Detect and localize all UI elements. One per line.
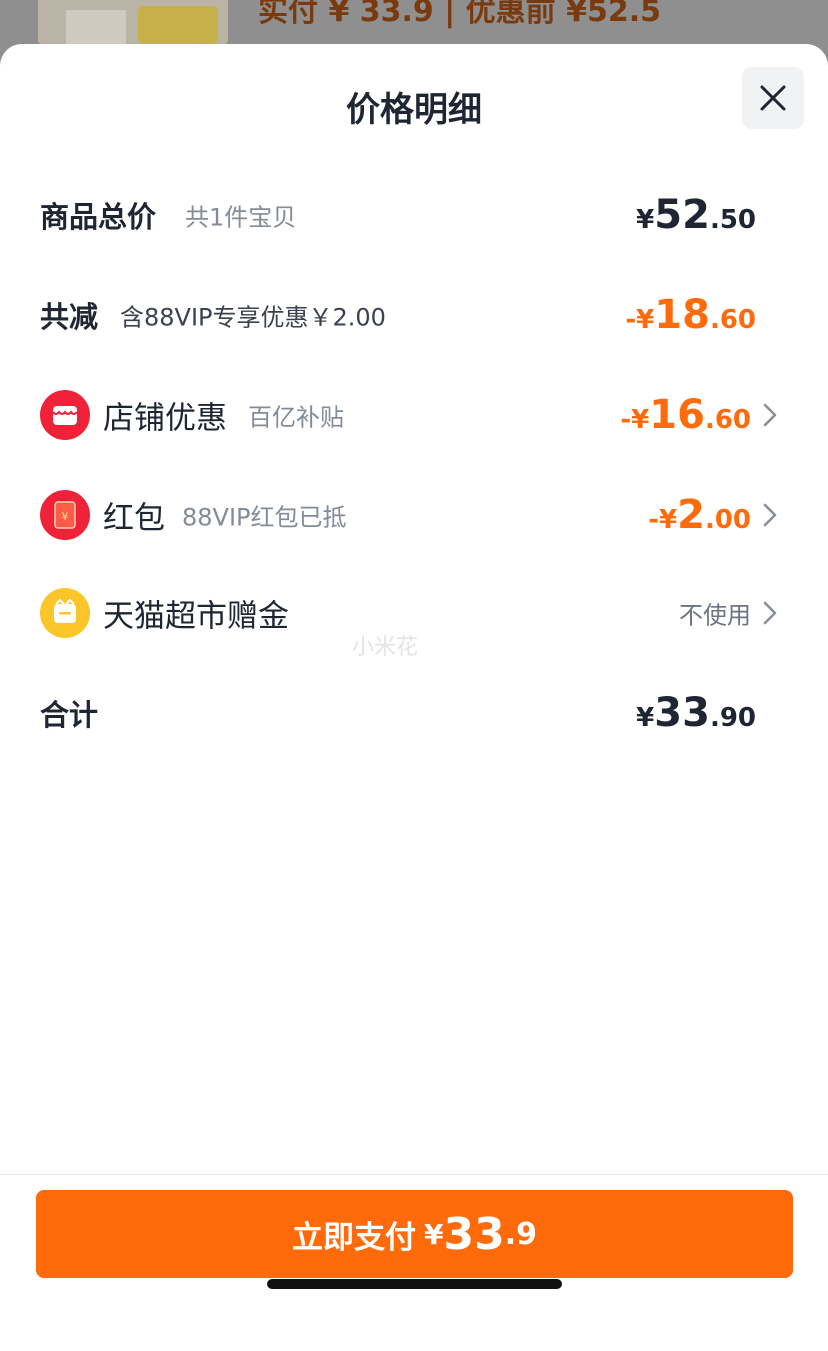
thumbnail-package bbox=[138, 6, 218, 44]
sum-label: 合计 bbox=[40, 698, 99, 732]
amount-int: 2 bbox=[677, 492, 705, 538]
pay-currency: ¥ bbox=[424, 1217, 444, 1251]
close-button[interactable] bbox=[742, 67, 804, 129]
pay-amount-dec: .9 bbox=[504, 1216, 537, 1252]
svg-text:¥: ¥ bbox=[62, 510, 69, 523]
sum-amount: ¥33.90 bbox=[636, 690, 756, 736]
total-label: 商品总价 bbox=[40, 200, 157, 234]
currency: ¥ bbox=[636, 205, 655, 235]
home-indicator bbox=[267, 1279, 562, 1289]
currency: ¥ bbox=[636, 703, 655, 733]
footer-divider bbox=[0, 1174, 828, 1175]
row-total: 商品总价 共1件宝贝 ¥52.50 bbox=[0, 180, 828, 250]
amount-dec: .90 bbox=[709, 703, 756, 733]
bonus-value: 不使用 bbox=[679, 601, 751, 630]
amount-int: 18 bbox=[654, 292, 710, 338]
currency: -¥ bbox=[648, 505, 678, 535]
amount-dec: .00 bbox=[704, 505, 751, 535]
chevron-right-icon bbox=[763, 601, 777, 625]
amount-dec: .60 bbox=[709, 305, 756, 335]
store-label: 店铺优惠 bbox=[103, 400, 227, 437]
chevron-right-icon bbox=[763, 403, 777, 427]
product-thumbnail bbox=[38, 0, 228, 44]
shop-icon bbox=[40, 390, 90, 440]
row-red-packet[interactable]: ¥ 红包 88VIP红包已抵 -¥2.00 bbox=[0, 480, 828, 550]
total-sub: 共1件宝贝 bbox=[185, 203, 297, 232]
amount-dec: .50 bbox=[709, 205, 756, 235]
price-detail-sheet: 价格明细 商品总价 共1件宝贝 ¥52.50 共减 含88VIP专享优惠￥2.0… bbox=[0, 44, 828, 1351]
chevron-right-icon bbox=[763, 503, 777, 527]
redpacket-sub: 88VIP红包已抵 bbox=[182, 503, 347, 532]
watermark: 小米花 bbox=[352, 635, 419, 660]
wallet-icon bbox=[40, 588, 90, 638]
red-packet-icon: ¥ bbox=[40, 490, 90, 540]
discount-sub: 含88VIP专享优惠￥2.00 bbox=[120, 303, 386, 332]
total-amount: ¥52.50 bbox=[636, 192, 756, 238]
row-store-discount[interactable]: 店铺优惠 百亿补贴 -¥16.60 bbox=[0, 380, 828, 450]
bonus-label: 天猫超市赠金 bbox=[103, 598, 289, 635]
store-sub: 百亿补贴 bbox=[248, 403, 344, 432]
thumbnail-box bbox=[66, 10, 126, 44]
pay-label: 立即支付 bbox=[292, 1219, 416, 1256]
background-price-text: 实付 ¥ 33.9 | 优惠前 ¥52.5 bbox=[258, 0, 661, 29]
close-icon bbox=[760, 85, 786, 111]
currency: -¥ bbox=[620, 405, 650, 435]
amount-int: 16 bbox=[649, 392, 705, 438]
currency: -¥ bbox=[625, 305, 655, 335]
redpacket-amount: -¥2.00 bbox=[648, 492, 751, 538]
redpacket-label: 红包 bbox=[103, 500, 165, 537]
discount-label: 共减 bbox=[40, 300, 99, 334]
amount-int: 52 bbox=[654, 192, 710, 238]
pay-now-button[interactable]: 立即支付 ¥ 33 .9 bbox=[36, 1190, 793, 1278]
store-amount: -¥16.60 bbox=[620, 392, 751, 438]
discount-amount: -¥18.60 bbox=[625, 292, 756, 338]
pay-amount-int: 33 bbox=[443, 1208, 505, 1260]
amount-dec: .60 bbox=[704, 405, 751, 435]
sheet-title: 价格明细 bbox=[346, 90, 482, 130]
row-sum: 合计 ¥33.90 bbox=[0, 678, 828, 748]
amount-int: 33 bbox=[654, 690, 710, 736]
row-discount: 共减 含88VIP专享优惠￥2.00 -¥18.60 bbox=[0, 280, 828, 350]
